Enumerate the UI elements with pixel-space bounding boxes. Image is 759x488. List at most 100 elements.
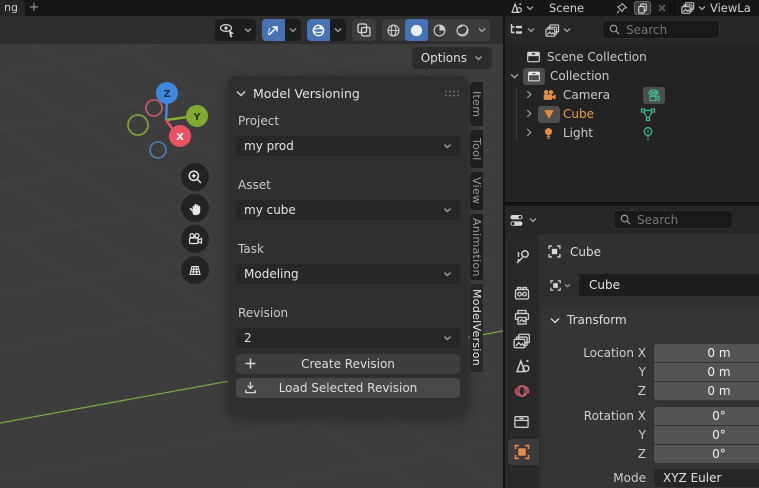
mesh-data-icon[interactable] xyxy=(640,107,656,122)
tab-item[interactable]: Item xyxy=(470,82,483,126)
outliner-display-mode-button[interactable] xyxy=(545,20,571,40)
rotation-x-label: Rotation X xyxy=(541,407,646,425)
outliner-row-camera[interactable]: Camera xyxy=(505,86,759,105)
copy-icon xyxy=(637,3,648,14)
tab-modelversion[interactable]: ModelVersion xyxy=(470,284,483,372)
load-selected-revision-button[interactable]: Load Selected Revision xyxy=(236,378,460,398)
delete-scene-button[interactable] xyxy=(657,1,667,15)
tab-animation[interactable]: Animation xyxy=(470,214,483,280)
view-layer-name[interactable]: ViewLa xyxy=(710,1,751,15)
outliner-search-input[interactable] xyxy=(626,23,706,37)
properties-tab-world[interactable] xyxy=(513,382,531,400)
chevron-down-icon xyxy=(443,207,452,213)
view-layer-selector-button[interactable] xyxy=(681,1,706,15)
object-name-field[interactable]: Cube xyxy=(579,274,759,296)
location-y-field[interactable]: 0 m xyxy=(654,363,759,381)
chevron-down-icon xyxy=(563,27,571,33)
location-z-field[interactable]: 0 m xyxy=(654,382,759,400)
outliner-row-scene-collection[interactable]: Scene Collection xyxy=(505,48,759,67)
ortho-toggle-button[interactable] xyxy=(181,256,209,284)
outliner-editor-type-button[interactable] xyxy=(508,20,535,40)
material-shading-icon[interactable] xyxy=(428,19,451,41)
output-icon xyxy=(513,309,531,326)
rendered-shading-icon[interactable] xyxy=(451,19,474,41)
chevron-down-icon[interactable] xyxy=(285,19,301,41)
view-layer-icon xyxy=(681,1,695,15)
expand-icon[interactable] xyxy=(526,128,532,137)
id-type-button[interactable] xyxy=(541,274,579,296)
scene-icon xyxy=(513,357,531,375)
scene-selector-button[interactable] xyxy=(509,1,534,15)
properties-tab-scene[interactable] xyxy=(513,357,531,375)
rotation-mode-dropdown[interactable]: XYZ Euler xyxy=(654,469,759,487)
overlays-icon[interactable] xyxy=(307,19,330,41)
properties-tab-tool[interactable] xyxy=(513,248,531,266)
project-dropdown[interactable]: my prod xyxy=(236,136,460,156)
properties-editor-type-button[interactable] xyxy=(509,210,537,230)
pin-scene-button[interactable] xyxy=(615,1,628,15)
properties-search-input[interactable] xyxy=(637,213,717,227)
outliner-row-collection[interactable]: Collection xyxy=(505,67,759,86)
gizmo-neg-z-axis[interactable] xyxy=(150,142,166,158)
options-button[interactable]: Options xyxy=(412,47,492,69)
properties-main: Cube Cube xyxy=(539,234,759,488)
gizmo-neg-x-axis[interactable] xyxy=(146,100,162,116)
scene-name[interactable]: Scene xyxy=(549,1,584,15)
asset-dropdown[interactable]: my cube xyxy=(236,200,460,220)
show-overlays-toggle-group xyxy=(307,19,346,41)
model-versioning-panel: Model Versioning Project my prod Asset m… xyxy=(228,76,468,414)
object-visibility-dropdown[interactable] xyxy=(215,19,256,41)
breadcrumb-object-name[interactable]: Cube xyxy=(570,245,601,259)
zoom-button[interactable] xyxy=(181,163,209,191)
tab-tool[interactable]: Tool xyxy=(470,130,483,168)
properties-tab-collection[interactable] xyxy=(513,414,530,430)
outliner-search[interactable] xyxy=(602,20,720,39)
chevron-down-icon xyxy=(443,271,452,277)
camera-view-button[interactable] xyxy=(181,225,209,253)
collapse-icon[interactable] xyxy=(510,73,519,79)
chevron-down-icon[interactable] xyxy=(330,19,346,41)
panel-header[interactable]: Model Versioning xyxy=(236,82,460,104)
properties-tab-object[interactable] xyxy=(513,443,531,461)
create-revision-button[interactable]: Create Revision xyxy=(236,354,460,374)
gizmo-icon[interactable] xyxy=(262,19,285,41)
wireframe-shading-icon[interactable] xyxy=(382,19,405,41)
location-x-field[interactable]: 0 m xyxy=(654,344,759,362)
panel-title: Model Versioning xyxy=(253,86,360,101)
properties-tab-render[interactable] xyxy=(513,285,531,302)
revision-dropdown[interactable]: 2 xyxy=(236,328,460,348)
rotation-z-field[interactable]: 0° xyxy=(654,445,759,463)
rotation-y-field[interactable]: 0° xyxy=(654,426,759,444)
panel-drag-handle-icon[interactable] xyxy=(444,89,460,98)
outliner-row-light[interactable]: Light xyxy=(505,124,759,143)
pan-button[interactable] xyxy=(181,194,209,222)
light-data-icon[interactable] xyxy=(640,126,656,142)
viewport-header xyxy=(0,16,503,44)
rotation-z-label: Z xyxy=(541,445,646,463)
properties-tab-view-layer[interactable] xyxy=(513,332,531,350)
new-scene-button[interactable] xyxy=(634,1,651,15)
transform-panel-header[interactable]: Transform xyxy=(550,313,627,327)
rotation-x-field[interactable]: 0° xyxy=(654,407,759,425)
navigation-gizmo[interactable]: Z Y X xyxy=(118,78,218,170)
chevron-down-icon[interactable] xyxy=(474,19,490,41)
properties-tab-output[interactable] xyxy=(513,309,531,326)
properties-search[interactable] xyxy=(613,210,733,229)
xray-toggle[interactable] xyxy=(352,19,376,41)
task-dropdown[interactable]: Modeling xyxy=(236,264,460,284)
expand-icon[interactable] xyxy=(526,90,532,99)
gizmo-x-label: X xyxy=(176,132,184,143)
viewport-3d[interactable]: Options Z Y X xyxy=(0,16,503,488)
add-workspace-button[interactable]: + xyxy=(26,0,42,16)
solid-shading-icon[interactable] xyxy=(405,19,428,41)
workspace-tab[interactable]: ng xyxy=(0,0,25,16)
outliner-row-cube[interactable]: Cube xyxy=(505,105,759,124)
tab-view[interactable]: View xyxy=(470,172,483,210)
gizmo-neg-y-axis[interactable] xyxy=(128,115,148,135)
camera-data-icon[interactable] xyxy=(643,87,665,104)
gizmo-y-label: Y xyxy=(192,112,201,123)
zoom-icon xyxy=(187,169,203,185)
chevron-down-icon xyxy=(443,335,452,341)
expand-icon[interactable] xyxy=(526,109,532,118)
pin-icon xyxy=(615,2,628,15)
